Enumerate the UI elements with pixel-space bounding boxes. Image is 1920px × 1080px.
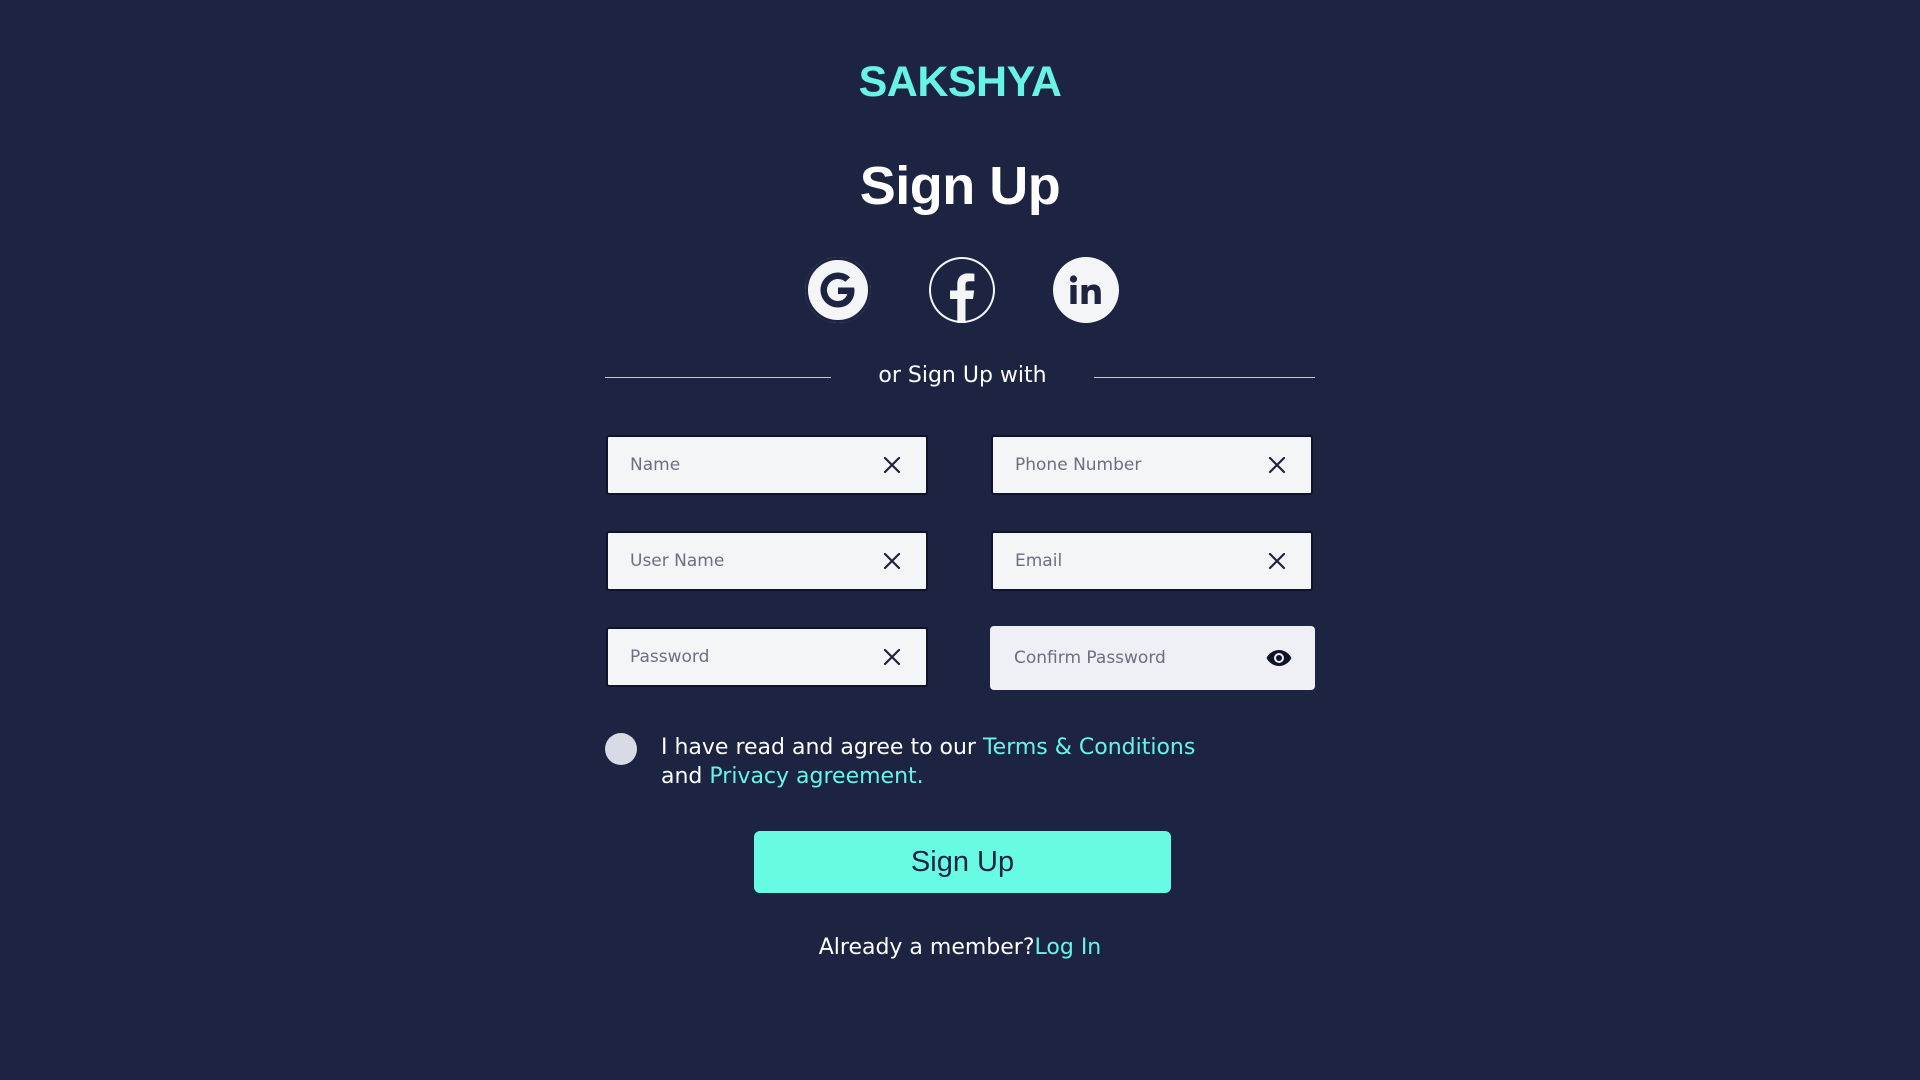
clear-email-button[interactable] (1259, 543, 1295, 579)
eye-icon (1266, 650, 1292, 666)
username-input[interactable] (608, 532, 874, 590)
close-icon (883, 456, 901, 474)
brand-logo: SAKSHYA (858, 58, 1062, 106)
clear-name-button[interactable] (874, 447, 910, 483)
close-icon (1268, 552, 1286, 570)
close-icon (883, 648, 901, 666)
agreement-middle: and (661, 764, 710, 789)
agreement-text: I have read and agree to our Terms & Con… (661, 733, 1261, 791)
divider-text: or Sign Up with (878, 363, 1047, 388)
password-field (606, 627, 928, 687)
linkedin-signup-button[interactable] (1053, 257, 1119, 323)
sign-up-button[interactable]: Sign Up (754, 831, 1171, 893)
member-prompt-text: Already a member? (818, 935, 1035, 960)
agreement-prefix: I have read and agree to our (661, 735, 983, 760)
close-icon (883, 552, 901, 570)
phone-number-input[interactable] (993, 436, 1259, 494)
confirm-password-field (990, 625, 1315, 691)
email-input[interactable] (993, 532, 1259, 590)
google-signup-button[interactable] (805, 257, 871, 323)
facebook-icon (931, 259, 993, 323)
name-input[interactable] (608, 436, 874, 494)
google-icon (805, 257, 871, 323)
password-input[interactable] (608, 628, 874, 686)
facebook-signup-button[interactable] (929, 257, 995, 323)
clear-password-button[interactable] (874, 639, 910, 675)
confirm-password-input[interactable] (990, 625, 1261, 691)
divider-line-right (1094, 377, 1315, 378)
name-field (606, 435, 928, 495)
close-icon (1268, 456, 1286, 474)
clear-phone-button[interactable] (1259, 447, 1295, 483)
privacy-link[interactable]: Privacy agreement. (709, 764, 923, 789)
divider-line-left (605, 377, 831, 378)
member-prompt: Already a member?Log In (0, 935, 1920, 960)
login-link[interactable]: Log In (1035, 935, 1102, 960)
phone-number-field (991, 435, 1313, 495)
email-field (991, 531, 1313, 591)
terms-link[interactable]: Terms & Conditions (983, 735, 1195, 760)
username-field (606, 531, 928, 591)
page-title: Sign Up (859, 156, 1061, 216)
toggle-password-visibility-button[interactable] (1261, 640, 1297, 676)
agree-checkbox[interactable] (605, 733, 637, 765)
linkedin-icon (1069, 275, 1101, 304)
signup-page: SAKSHYA Sign Up or Sign Up with Name Pho… (0, 0, 1920, 1080)
clear-username-button[interactable] (874, 543, 910, 579)
